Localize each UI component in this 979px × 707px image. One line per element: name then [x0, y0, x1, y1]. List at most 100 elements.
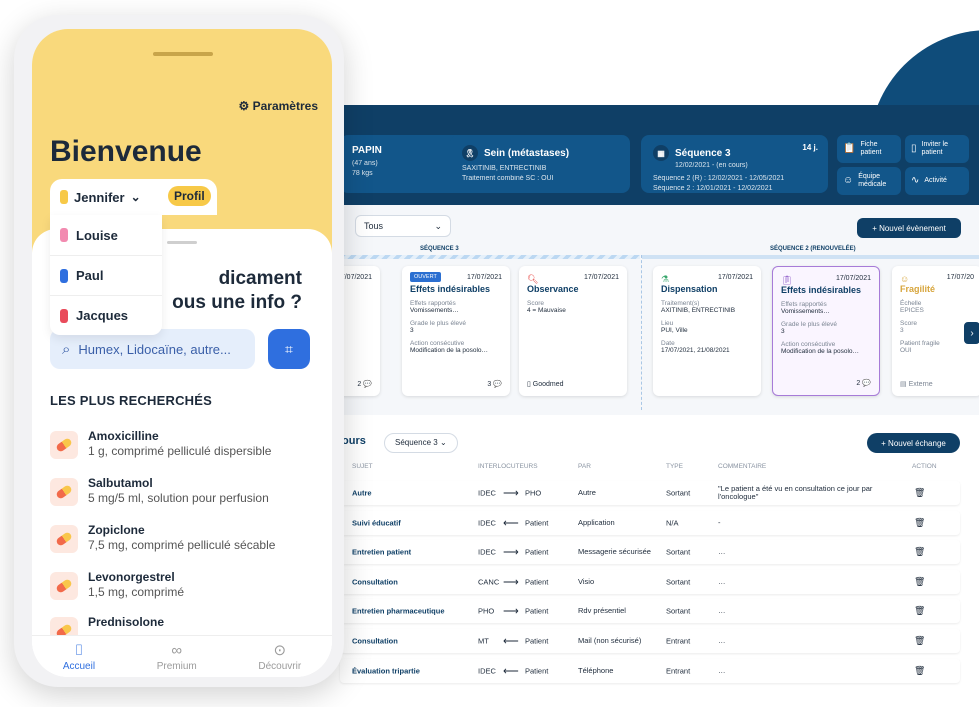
trash-icon[interactable]: 🗑︎: [914, 547, 925, 558]
sequence-select[interactable]: Séquence 3 ⌄: [384, 433, 458, 453]
profile-button[interactable]: Profil: [168, 186, 211, 206]
event-value: Modification de la posolo…: [781, 348, 860, 355]
person-icon: [60, 268, 68, 283]
event-card-effets-indesirables[interactable]: OUVERT 17/07/2021 Effets indésirables Ef…: [402, 266, 510, 396]
activity-icon: ∿: [911, 175, 920, 186]
scan-button[interactable]: ⌗: [268, 329, 310, 369]
table-row[interactable]: Entretien patient IDEC ⟶ Patient Messagerie …: [340, 540, 960, 565]
trash-icon[interactable]: 🗑︎: [914, 488, 925, 499]
new-exchange-button[interactable]: + Nouvel échange: [867, 433, 960, 453]
fiche-patient-button[interactable]: 📋 Fiche patient: [837, 135, 901, 163]
settings-button[interactable]: ⚙ Paramètres: [239, 99, 319, 113]
pill-icon: [50, 525, 78, 553]
trash-icon[interactable]: 🗑︎: [914, 576, 925, 587]
sequence-2-label: SÉQUENCE 2 (RENOUVELÉE): [770, 246, 856, 252]
trash-icon[interactable]: 🗑︎: [914, 606, 925, 617]
dropdown-user-louise[interactable]: Louise: [50, 215, 162, 255]
table-row[interactable]: Évaluation tripartie IDEC ⟵ Patient Téléphon…: [340, 658, 960, 683]
drug-item[interactable]: Zopiclone 7,5 mg, comprimé pelliculé séca…: [50, 523, 312, 561]
event-date: 17/07/2021: [583, 274, 619, 281]
scan-icon: ⌷: [74, 641, 84, 659]
cancer-card[interactable]: 🎗 Sein (métastases) SAXITINIB, ENTRECTINI…: [450, 135, 630, 193]
drug-name: Levonorgestrel: [88, 570, 175, 584]
event-value: EPICES: [900, 307, 924, 314]
event-card-observance[interactable]: 🔍︎ 17/07/2021 Observance Score 4 = Mauva…: [519, 266, 627, 396]
event-label: Score: [900, 320, 917, 327]
trash-icon[interactable]: 🗑︎: [914, 517, 925, 528]
event-comments: 3 💬: [487, 381, 502, 388]
col-sujet: SUJET: [352, 463, 373, 470]
activity-button[interactable]: ∿ Activité: [905, 167, 969, 195]
event-label: Lieu: [661, 320, 674, 327]
col-type: TYPE: [666, 463, 683, 470]
invite-patient-button[interactable]: ▯ Inviter le patient: [905, 135, 969, 163]
trash-icon[interactable]: 🗑︎: [914, 636, 925, 647]
table-row[interactable]: Consultation MT ⟵ Patient Mail (non sécurisé…: [340, 629, 960, 653]
tab-premium[interactable]: ∞ Premium: [157, 642, 197, 672]
event-value: Vomissements…: [781, 308, 830, 315]
medical-team-button[interactable]: ☺ Équipe médicale: [837, 167, 901, 195]
table-row[interactable]: Suivi éducatif IDEC ⟵ Patient Application N/A…: [340, 510, 960, 535]
patient-name: PAPIN: [352, 145, 382, 156]
sequence-title: Séquence 3: [675, 147, 731, 159]
event-value: AXITINIB, ENTRECTINIB: [661, 307, 736, 314]
table-row[interactable]: Autre IDEC ⟶ PHO Autre Sortant "Le patient a é…: [340, 481, 960, 505]
cell-from: IDEC: [478, 518, 496, 528]
trash-icon[interactable]: 🗑︎: [914, 665, 925, 676]
event-comments: 2 💬: [357, 381, 372, 388]
event-title: Dispensation: [661, 284, 718, 294]
drug-item[interactable]: Levonorgestrel 1,5 mg, comprimé: [50, 570, 312, 608]
invite-patient-label: Inviter le patient: [921, 141, 948, 156]
event-source: ▤ Externe: [900, 381, 933, 388]
drug-item[interactable]: Amoxicilline 1 g, comprimé pelliculé disp…: [50, 429, 312, 467]
flask-icon: ⚗: [661, 274, 670, 284]
drag-handle[interactable]: [167, 241, 197, 244]
dropdown-user-jacques[interactable]: Jacques: [50, 295, 162, 335]
event-date: 17/07/2021: [466, 274, 502, 281]
col-action: ACTION: [912, 463, 937, 470]
event-label: Effets rapportés: [781, 301, 827, 308]
mobile-icon: ▯: [911, 143, 917, 154]
person-icon: [60, 228, 68, 242]
dropdown-user-paul[interactable]: Paul: [50, 255, 162, 295]
event-card-dispensation[interactable]: ⚗ 17/07/2021 Dispensation Traitement(s) …: [653, 266, 761, 396]
cell-type: Sortant: [666, 488, 691, 498]
patient-card[interactable]: PAPIN (47 ans) 78 kgs: [340, 135, 465, 193]
event-value: 17/07/2021, 21/08/2021: [661, 347, 730, 354]
event-filter-select[interactable]: Tous ⌄: [355, 215, 451, 237]
cell-type: Sortant: [666, 577, 691, 587]
comment-count: 2: [856, 380, 861, 387]
current-user-name: Jennifer: [74, 189, 125, 205]
most-searched-title: LES PLUS RECHERCHÉS: [50, 393, 212, 408]
event-label: Score: [527, 300, 544, 307]
cell-sujet: Consultation: [352, 577, 398, 587]
drug-name: Salbutamol: [88, 476, 153, 490]
event-card-effets-indesirables-selected[interactable]: 📋︎ 17/07/2021 Effets indésirables Effets…: [772, 266, 880, 396]
cell-comment: …: [718, 636, 726, 645]
direction-arrow-icon: ⟵: [503, 665, 519, 678]
event-label: Traitement(s): [661, 300, 700, 307]
cell-par: Application: [578, 517, 615, 527]
gear-icon: ⚙: [238, 99, 250, 113]
tab-decouvrir[interactable]: ⊙ Découvrir: [258, 641, 301, 672]
event-value: 3: [410, 327, 414, 334]
drug-item[interactable]: Salbutamol 5 mg/5 ml, solution pour perfu…: [50, 476, 312, 514]
cell-from: IDEC: [478, 488, 496, 498]
new-event-button[interactable]: + Nouvel évènement: [857, 218, 961, 238]
sequence-card[interactable]: ▦ Séquence 3 12/02/2021 - (en cours) 14 j…: [641, 135, 828, 193]
cell-to: Patient: [525, 606, 549, 616]
event-source: ▯ Goodmed: [527, 381, 564, 388]
sequence-days: 14 j.: [802, 143, 818, 152]
drug-search-input[interactable]: ⌕ Humex, Lidocaïne, autre...: [50, 329, 255, 369]
table-row[interactable]: Consultation CANC ⟶ Patient Visio Sortant … 🗑︎: [340, 569, 960, 594]
event-value: PUI, Ville: [661, 327, 688, 334]
sequence-3-label: SÉQUENCE 3: [420, 246, 459, 252]
search-icon: ⌕: [62, 340, 71, 358]
table-row[interactable]: Entretien pharmaceutique PHO ⟶ Patient Rdv p…: [340, 599, 960, 624]
event-label: Grade le plus élevé: [781, 321, 838, 328]
chevron-right-icon[interactable]: ›: [964, 322, 979, 344]
event-label: Action consécutive: [410, 340, 465, 347]
cell-to: Patient: [525, 666, 549, 676]
tab-accueil[interactable]: ⌷ Accueil: [63, 642, 95, 672]
cell-sujet: Consultation: [352, 636, 398, 646]
